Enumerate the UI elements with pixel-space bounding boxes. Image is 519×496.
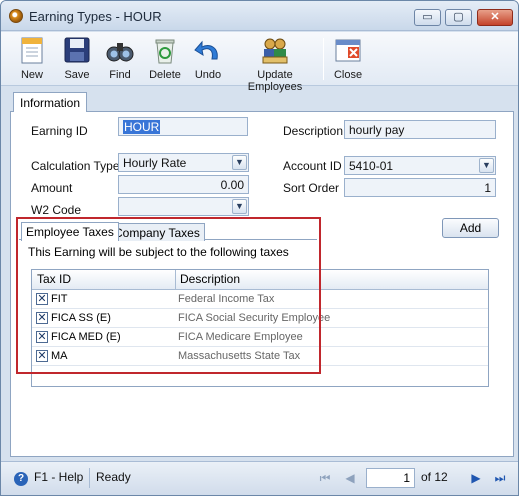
undo-arrow-icon: [193, 35, 223, 65]
page-count-text: of 12: [421, 470, 448, 484]
save-button[interactable]: Save: [59, 34, 95, 84]
table-row[interactable]: ✕ FIT Federal Income Tax: [32, 290, 488, 309]
first-record-icon[interactable]: ⏮: [316, 469, 334, 487]
description-field[interactable]: hourly pay: [344, 120, 496, 139]
new-button[interactable]: New: [11, 34, 53, 84]
delete-button[interactable]: Delete: [146, 34, 184, 84]
column-header-description[interactable]: Description: [180, 272, 240, 286]
close-window-button[interactable]: ✕: [477, 9, 513, 26]
calculation-type-label: Calculation Type: [31, 159, 120, 173]
previous-record-icon[interactable]: ◀: [341, 469, 359, 487]
close-icon: ✕: [490, 11, 500, 23]
earning-types-window: Earning Types - HOUR ▭ ▢ ✕ New Save Find: [0, 0, 519, 496]
earning-id-value: HOUR: [123, 120, 161, 134]
undo-button[interactable]: Undo: [191, 34, 225, 84]
description-cell: FICA Social Security Employee: [178, 312, 331, 324]
column-header-tax-id[interactable]: Tax ID: [37, 272, 71, 286]
account-id-label: Account ID: [283, 159, 342, 173]
tax-id-cell: FICA SS (E): [51, 312, 111, 324]
description-cell: Federal Income Tax: [178, 293, 275, 305]
recycle-bin-icon: [150, 35, 180, 65]
tab-company-taxes[interactable]: Company Taxes: [109, 223, 205, 241]
account-id-select[interactable]: 5410-01 ▼: [344, 156, 496, 175]
chevron-down-icon[interactable]: ▼: [232, 199, 247, 214]
update-employees-icon: [260, 35, 290, 65]
table-row[interactable]: ✕ FICA SS (E) FICA Social Security Emplo…: [32, 309, 488, 328]
tax-id-cell: FIT: [51, 293, 68, 305]
calculation-type-select[interactable]: Hourly Rate ▼: [118, 153, 249, 172]
earning-id-label: Earning ID: [31, 124, 88, 138]
remove-tax-icon[interactable]: ✕: [36, 293, 48, 305]
sort-order-field[interactable]: 1: [344, 178, 496, 197]
minimize-button[interactable]: ▭: [414, 9, 441, 26]
close-button[interactable]: Close: [331, 34, 365, 84]
add-button[interactable]: Add: [442, 218, 499, 238]
maximize-icon: ▢: [453, 11, 464, 23]
app-icon: [9, 9, 23, 23]
description-cell: Massachusetts State Tax: [178, 350, 301, 362]
status-bar: ? F1 - Help Ready ⏮ ◀ 1 of 12 ▶ ⏭: [1, 461, 518, 495]
tax-id-cell: FICA MED (E): [51, 331, 121, 343]
grid-header: Tax ID Description: [32, 270, 488, 290]
close-label: Close: [333, 69, 363, 81]
find-button[interactable]: Find: [103, 34, 137, 84]
amount-field[interactable]: 0.00: [118, 175, 249, 194]
chevron-down-icon[interactable]: ▼: [479, 158, 494, 173]
new-document-icon: [17, 35, 47, 65]
page-number-field[interactable]: 1: [366, 468, 415, 488]
remove-tax-icon[interactable]: ✕: [36, 312, 48, 324]
sort-order-label: Sort Order: [283, 181, 340, 195]
binoculars-icon: [105, 35, 135, 65]
remove-tax-icon[interactable]: ✕: [36, 350, 48, 362]
last-record-icon[interactable]: ⏭: [491, 469, 509, 487]
remove-tax-icon[interactable]: ✕: [36, 331, 48, 343]
taxes-grid: Tax ID Description ✕ FIT Federal Income …: [31, 269, 489, 387]
save-disk-icon: [62, 35, 92, 65]
window-title: Earning Types - HOUR: [29, 9, 162, 24]
help-icon[interactable]: ?: [14, 472, 28, 486]
w2-code-label: W2 Code: [31, 203, 82, 217]
column-divider: [175, 270, 176, 290]
update-employees-button[interactable]: Update Employees: [233, 34, 317, 93]
new-label: New: [20, 69, 43, 81]
status-text: Ready: [96, 470, 131, 484]
toolbar: New Save Find Delete Undo Update Employe…: [1, 32, 518, 93]
tab-employee-taxes[interactable]: Employee Taxes: [21, 222, 119, 241]
close-document-icon: [333, 35, 363, 65]
description-cell: FICA Medicare Employee: [178, 331, 303, 343]
tax-id-cell: MA: [51, 350, 68, 362]
title-bar[interactable]: Earning Types - HOUR ▭ ▢ ✕: [1, 1, 518, 31]
taxes-hint-text: This Earning will be subject to the foll…: [28, 245, 289, 259]
undo-label: Undo: [194, 69, 222, 81]
table-row[interactable]: ✕ MA Massachusetts State Tax: [32, 347, 488, 366]
toolbar-separator: [323, 38, 324, 80]
description-label: Description: [283, 124, 344, 138]
earning-id-field[interactable]: HOUR: [118, 117, 248, 136]
status-separator: [89, 468, 90, 488]
save-label: Save: [64, 69, 90, 81]
find-label: Find: [109, 69, 131, 81]
amount-label: Amount: [31, 181, 73, 195]
delete-label: Delete: [149, 69, 181, 81]
tab-information[interactable]: Information: [13, 92, 88, 112]
calculation-type-value: Hourly Rate: [123, 156, 187, 170]
maximize-button[interactable]: ▢: [445, 9, 472, 26]
help-text[interactable]: F1 - Help: [34, 470, 83, 484]
account-id-value: 5410-01: [349, 159, 394, 173]
w2-code-select[interactable]: ▼: [118, 197, 249, 216]
next-record-icon[interactable]: ▶: [467, 469, 485, 487]
table-row[interactable]: ✕ FICA MED (E) FICA Medicare Employee: [32, 328, 488, 347]
chevron-down-icon[interactable]: ▼: [232, 155, 247, 170]
minimize-icon: ▭: [422, 11, 433, 23]
